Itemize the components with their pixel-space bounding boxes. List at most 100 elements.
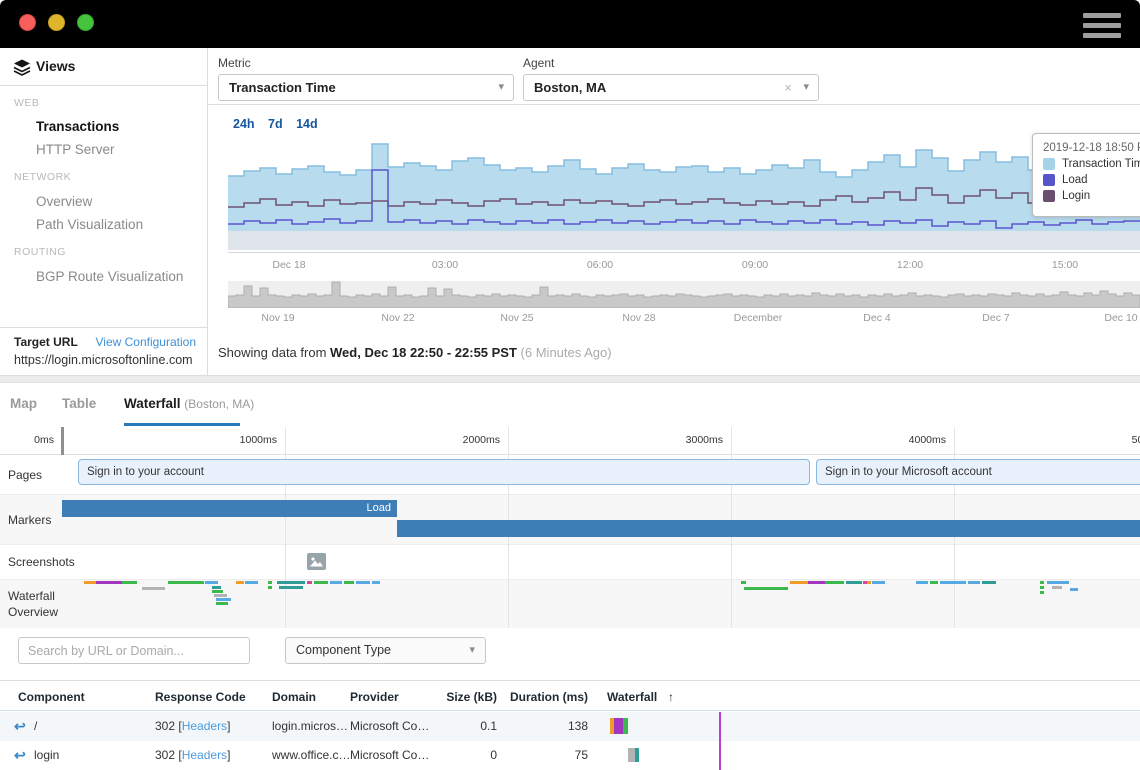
pages-row-label: Pages	[8, 468, 42, 482]
timeline-overview-brush[interactable]	[228, 281, 1140, 308]
request-segment	[214, 594, 227, 597]
agent-label: Agent	[523, 56, 554, 70]
marker-bar-load[interactable]: Load	[62, 500, 397, 517]
request-segment	[372, 581, 380, 584]
range-14d[interactable]: 14d	[296, 117, 318, 131]
response-code-cell: 302 [Headers]	[155, 719, 230, 733]
chevron-down-icon: ▾	[498, 75, 504, 100]
metric-value: Transaction Time	[229, 80, 336, 95]
layers-icon	[13, 59, 31, 76]
request-segment	[940, 581, 966, 584]
overview-x-axis: Nov 19Nov 22Nov 25Nov 28DecemberDec 4Dec…	[0, 312, 1140, 326]
time-axis-label: 2000ms	[416, 434, 500, 446]
component-filter-bar: Component Type ▾	[0, 630, 1140, 680]
table-row[interactable]: ↩ login 302 [Headers] www.office.c… Micr…	[0, 741, 1140, 770]
request-segment	[344, 581, 354, 584]
request-segment	[268, 581, 272, 584]
col-size[interactable]: Size (kB)	[432, 690, 497, 704]
sidebar-item-transactions[interactable]: Transactions	[36, 119, 119, 134]
screenshots-row: Screenshots	[0, 545, 1140, 580]
clear-icon[interactable]: ×	[784, 75, 792, 100]
status-range: Wed, Dec 18 22:50 - 22:55 PST	[330, 345, 517, 360]
component-cell[interactable]: login	[34, 748, 59, 762]
mini-bar	[623, 718, 628, 734]
component-type-value: Component Type	[296, 643, 391, 657]
request-segment	[212, 590, 223, 593]
col-domain[interactable]: Domain	[272, 690, 316, 704]
request-segment	[1047, 581, 1069, 584]
table-row[interactable]: ↩ / 302 [Headers] login.micros… Microsof…	[0, 712, 1140, 741]
screenshot-thumbnail-icon[interactable]	[307, 553, 326, 570]
request-segment	[982, 581, 996, 584]
sidebar-item-overview[interactable]: Overview	[36, 194, 92, 209]
component-type-select[interactable]: Component Type ▾	[285, 637, 486, 664]
axis-tick: Dec 18	[272, 259, 305, 271]
chart-bottom-band	[228, 231, 1140, 250]
waterfall-timeline: Pages Sign in to your account Sign in to…	[0, 427, 1140, 628]
view-tabs: Map Table Waterfall (Boston, MA)	[0, 383, 1140, 427]
metric-select[interactable]: Transaction Time ▾	[218, 74, 514, 101]
request-segment	[1040, 586, 1044, 589]
request-segment	[216, 602, 228, 605]
time-axis-label: 4000ms	[862, 434, 946, 446]
close-button[interactable]	[19, 14, 36, 31]
views-header: Views	[0, 48, 207, 86]
domain-cell: login.micros…	[272, 719, 348, 733]
request-segment	[930, 581, 938, 584]
component-cell[interactable]: /	[34, 719, 37, 733]
tab-map[interactable]: Map	[10, 396, 37, 411]
legend-swatch	[1043, 158, 1055, 170]
agent-select[interactable]: Boston, MA × ▾	[523, 74, 819, 101]
chevron-down-icon: ▾	[803, 75, 809, 100]
request-segment	[1040, 581, 1044, 584]
headers-link[interactable]: Headers	[182, 748, 227, 762]
titlebar	[0, 0, 1140, 48]
section-label-routing: ROUTING	[14, 246, 66, 258]
provider-cell: Microsoft Co…	[350, 719, 429, 733]
legend-item-load: Load	[1043, 174, 1140, 186]
page-bar-sign-in-microsoft[interactable]: Sign in to your Microsoft account	[816, 459, 1140, 485]
target-url-value: https://login.microsoftonline.com	[14, 353, 193, 367]
request-segment	[168, 581, 204, 584]
request-segment	[872, 581, 885, 584]
request-segment	[790, 581, 808, 584]
app-window: Views WEB Transactions HTTP Server NETWO…	[0, 0, 1140, 770]
marker-bar-2[interactable]	[397, 520, 1140, 537]
col-response-code[interactable]: Response Code	[155, 690, 246, 704]
request-segment	[1052, 586, 1062, 589]
range-24h[interactable]: 24h	[233, 117, 255, 131]
col-duration[interactable]: Duration (ms)	[503, 690, 588, 704]
request-segment	[968, 581, 980, 584]
sidebar-item-http-server[interactable]: HTTP Server	[36, 142, 115, 157]
request-segment	[307, 581, 312, 584]
hamburger-menu-icon[interactable]	[1083, 13, 1121, 38]
axis-tick: Nov 25	[500, 312, 533, 324]
col-component[interactable]: Component	[18, 690, 85, 704]
request-segment	[846, 581, 862, 584]
view-configuration-link[interactable]: View Configuration	[95, 335, 196, 349]
search-input[interactable]	[18, 637, 250, 664]
overview-canvas	[228, 281, 1140, 308]
chart-legend-tooltip: 2019-12-18 18:50 PST Transaction Time Lo…	[1032, 133, 1140, 217]
headers-link[interactable]: Headers	[182, 719, 227, 733]
response-code-cell: 302 [Headers]	[155, 748, 230, 762]
request-segment	[330, 581, 342, 584]
request-segment	[1070, 588, 1078, 591]
range-7d[interactable]: 7d	[268, 117, 283, 131]
markers-row-label: Markers	[8, 513, 51, 527]
screenshots-row-label: Screenshots	[8, 555, 75, 569]
minimize-button[interactable]	[48, 14, 65, 31]
zoom-button[interactable]	[77, 14, 94, 31]
request-segment	[96, 581, 122, 584]
legend-swatch	[1043, 190, 1055, 202]
tab-waterfall[interactable]: Waterfall (Boston, MA)	[124, 396, 254, 411]
target-url-label: Target URL	[14, 335, 78, 349]
axis-tick: 15:00	[1052, 259, 1078, 271]
tab-table[interactable]: Table	[62, 396, 96, 411]
col-provider[interactable]: Provider	[350, 690, 399, 704]
col-waterfall[interactable]: Waterfall	[607, 690, 657, 704]
page-bar-sign-in[interactable]: Sign in to your account	[78, 459, 810, 485]
sort-ascending-icon[interactable]: ↑	[668, 690, 674, 704]
mini-bar	[628, 748, 635, 762]
sidebar-item-path-visualization[interactable]: Path Visualization	[36, 217, 143, 232]
